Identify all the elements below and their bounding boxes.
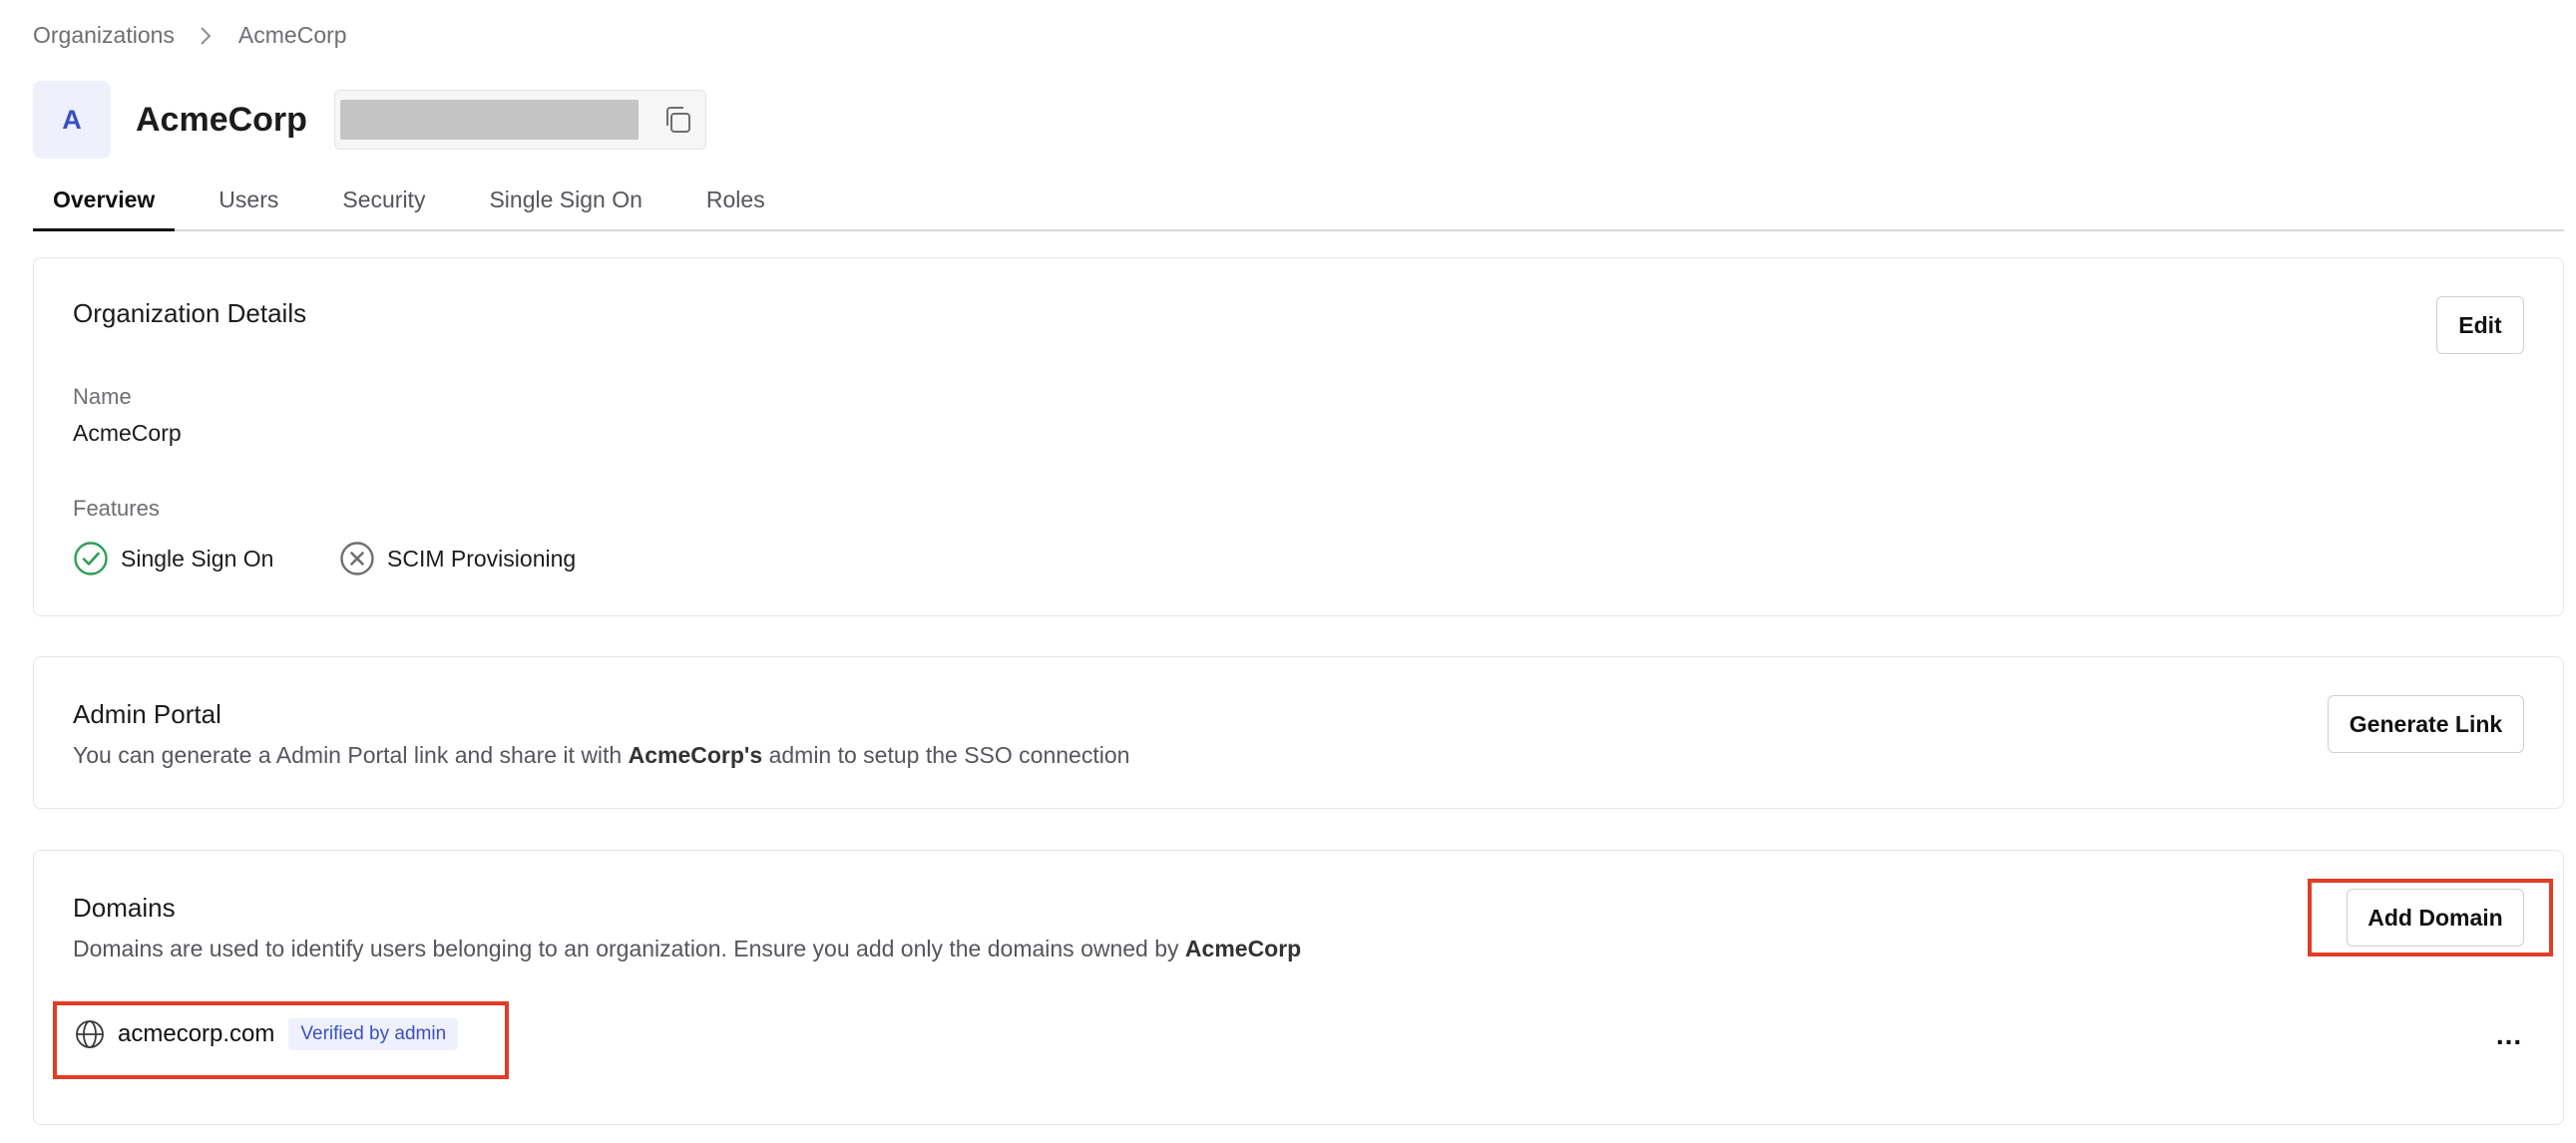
- feature-single-sign-on: Single Sign On: [73, 541, 273, 576]
- tab-bar: Overview Users Security Single Sign On R…: [33, 180, 2564, 231]
- highlight-domain-row: [53, 1001, 509, 1079]
- org-id-redacted: [339, 100, 639, 140]
- domains-card: Domains Domains are used to identify use…: [33, 850, 2564, 1125]
- feature-label: Single Sign On: [121, 545, 274, 572]
- domains-description: Domains are used to identify users belon…: [73, 936, 1302, 961]
- tab-overview[interactable]: Overview: [33, 180, 176, 231]
- admin-portal-title: Admin Portal: [73, 699, 221, 729]
- more-options-icon[interactable]: ...: [2491, 1019, 2527, 1050]
- generate-link-button[interactable]: Generate Link: [2328, 695, 2524, 753]
- features-label: Features: [73, 496, 160, 521]
- page-title: AcmeCorp: [136, 100, 307, 139]
- tab-single-sign-on[interactable]: Single Sign On: [469, 180, 661, 231]
- tab-roles[interactable]: Roles: [686, 180, 785, 231]
- check-circle-icon: [73, 541, 109, 576]
- org-header: A AcmeCorp: [33, 81, 706, 159]
- x-circle-icon: [339, 541, 375, 576]
- tab-security[interactable]: Security: [322, 180, 445, 231]
- highlight-add-domain: [2308, 879, 2553, 956]
- edit-button[interactable]: Edit: [2436, 296, 2524, 354]
- breadcrumb: Organizations AcmeCorp: [33, 22, 347, 49]
- breadcrumb-organizations-link[interactable]: Organizations: [33, 22, 175, 49]
- org-id-field: [333, 90, 706, 150]
- feature-scim-provisioning: SCIM Provisioning: [339, 541, 576, 576]
- admin-portal-card: Admin Portal You can generate a Admin Po…: [33, 656, 2564, 809]
- organization-details-card: Organization Details Edit Name AcmeCorp …: [33, 257, 2564, 616]
- name-label: Name: [73, 384, 132, 409]
- feature-label: SCIM Provisioning: [387, 545, 577, 572]
- org-avatar: A: [33, 81, 111, 159]
- copy-icon[interactable]: [660, 103, 694, 137]
- name-value: AcmeCorp: [73, 420, 182, 446]
- tab-users[interactable]: Users: [199, 180, 298, 231]
- domains-title: Domains: [73, 893, 176, 923]
- organization-details-title: Organization Details: [73, 298, 307, 328]
- admin-portal-description: You can generate a Admin Portal link and…: [73, 742, 1130, 768]
- chevron-right-icon: [199, 25, 213, 47]
- breadcrumb-current: AcmeCorp: [237, 22, 347, 48]
